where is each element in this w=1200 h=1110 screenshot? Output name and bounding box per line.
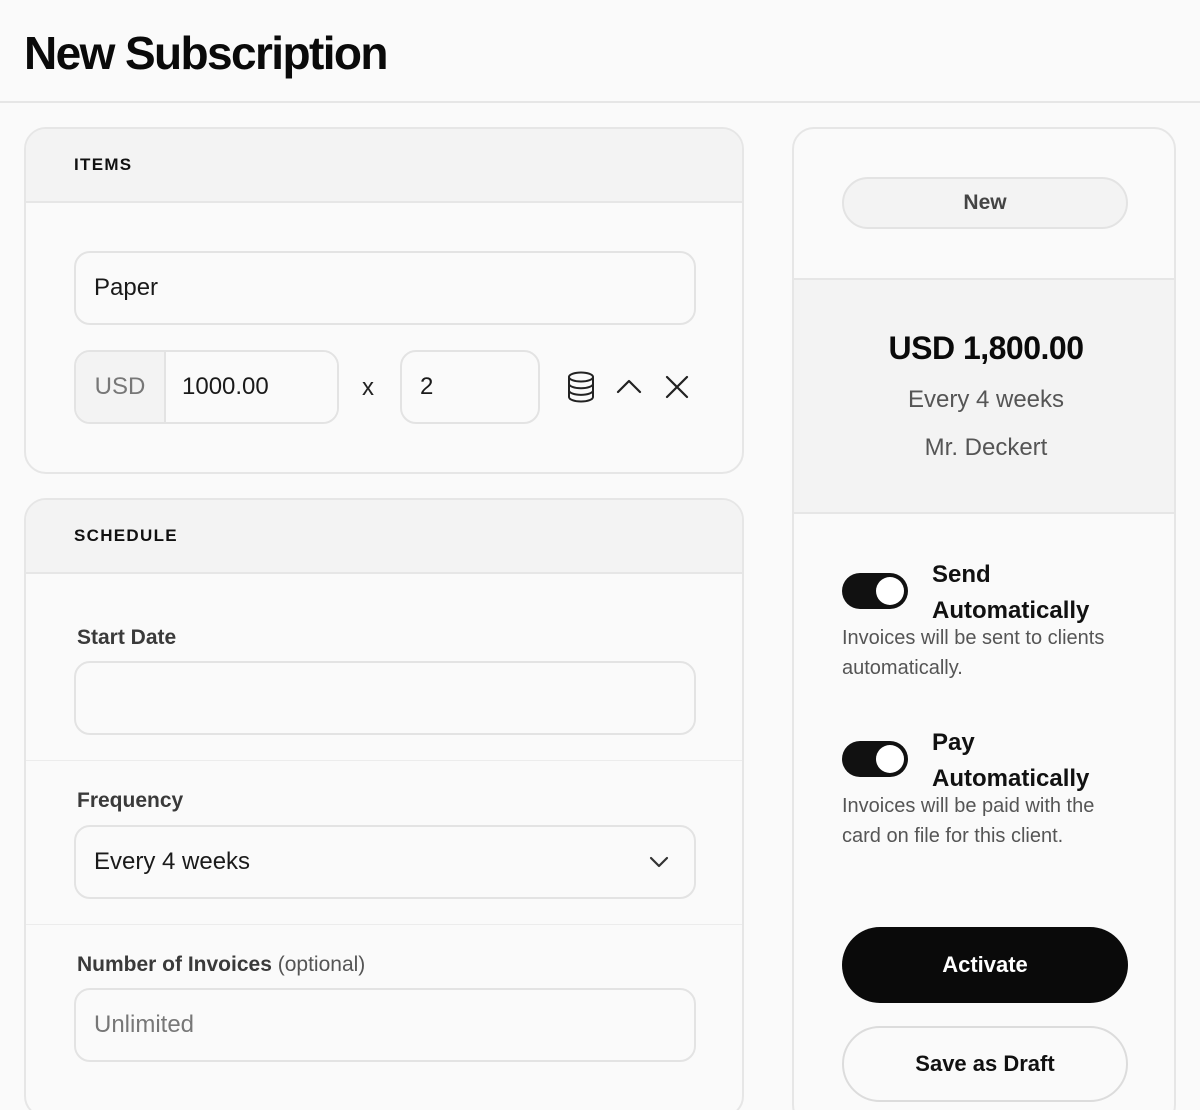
toggle-knob xyxy=(876,745,904,773)
frequency-label: Frequency xyxy=(77,789,184,812)
toggle-knob xyxy=(876,577,904,605)
start-date-label: Start Date xyxy=(77,626,177,649)
schedule-heading: SCHEDULE xyxy=(74,526,178,545)
frequency-select[interactable]: Every 4 weeks xyxy=(74,825,696,899)
database-icon[interactable] xyxy=(563,369,599,405)
divider xyxy=(26,760,742,761)
send-automatically-description: Invoices will be sent to clients automat… xyxy=(842,627,1105,679)
summary-client: Mr. Deckert xyxy=(924,434,1048,461)
currency-prefix: USD xyxy=(76,352,166,422)
save-as-draft-button[interactable]: Save as Draft xyxy=(842,1026,1128,1102)
price-input[interactable] xyxy=(166,352,337,422)
page-title: New Subscription xyxy=(24,27,388,79)
quantity-input[interactable] xyxy=(400,350,540,424)
total-amount: USD 1,800.00 xyxy=(888,330,1084,366)
send-title-line1: Send xyxy=(932,561,991,588)
invoices-label-text: Number of Invoices xyxy=(77,953,272,976)
chevron-up-icon[interactable] xyxy=(611,369,647,405)
pay-automatically-description: Invoices will be paid with the card on f… xyxy=(842,795,1095,847)
summary-card: New USD 1,800.00 Every 4 weeks Mr. Decke… xyxy=(792,127,1176,1110)
activate-button[interactable]: Activate xyxy=(842,927,1128,1003)
page-header: New Subscription xyxy=(0,0,1200,103)
pay-title-line1: Pay xyxy=(932,729,975,756)
send-automatically-title: Send Automatically xyxy=(932,557,1089,629)
status-section: New xyxy=(794,129,1174,278)
item-name-input[interactable] xyxy=(74,251,696,325)
invoices-label: Number of Invoices (optional) xyxy=(77,953,365,977)
optional-label: (optional) xyxy=(277,953,366,976)
multiply-sign: x xyxy=(362,374,374,401)
items-card: ITEMS USD x xyxy=(24,127,744,474)
price-group: USD xyxy=(74,350,339,424)
invoices-count-input[interactable] xyxy=(74,988,696,1062)
totals-section: USD 1,800.00 Every 4 weeks Mr. Deckert xyxy=(794,278,1174,514)
close-icon[interactable] xyxy=(659,369,695,405)
send-automatically-toggle[interactable] xyxy=(842,573,908,609)
schedule-card: SCHEDULE Start Date Frequency Every 4 we… xyxy=(24,498,744,1110)
pay-automatically-title: Pay Automatically xyxy=(932,725,1089,797)
start-date-input[interactable] xyxy=(74,661,696,735)
frequency-selected-value: Every 4 weeks xyxy=(94,848,251,875)
chevron-down-icon xyxy=(648,855,670,869)
summary-frequency: Every 4 weeks xyxy=(907,386,1065,413)
status-badge: New xyxy=(842,177,1128,229)
divider xyxy=(26,924,742,925)
schedule-card-header: SCHEDULE xyxy=(26,500,742,574)
items-card-header: ITEMS xyxy=(26,129,742,203)
items-heading: ITEMS xyxy=(74,155,133,174)
pay-automatically-toggle[interactable] xyxy=(842,741,908,777)
